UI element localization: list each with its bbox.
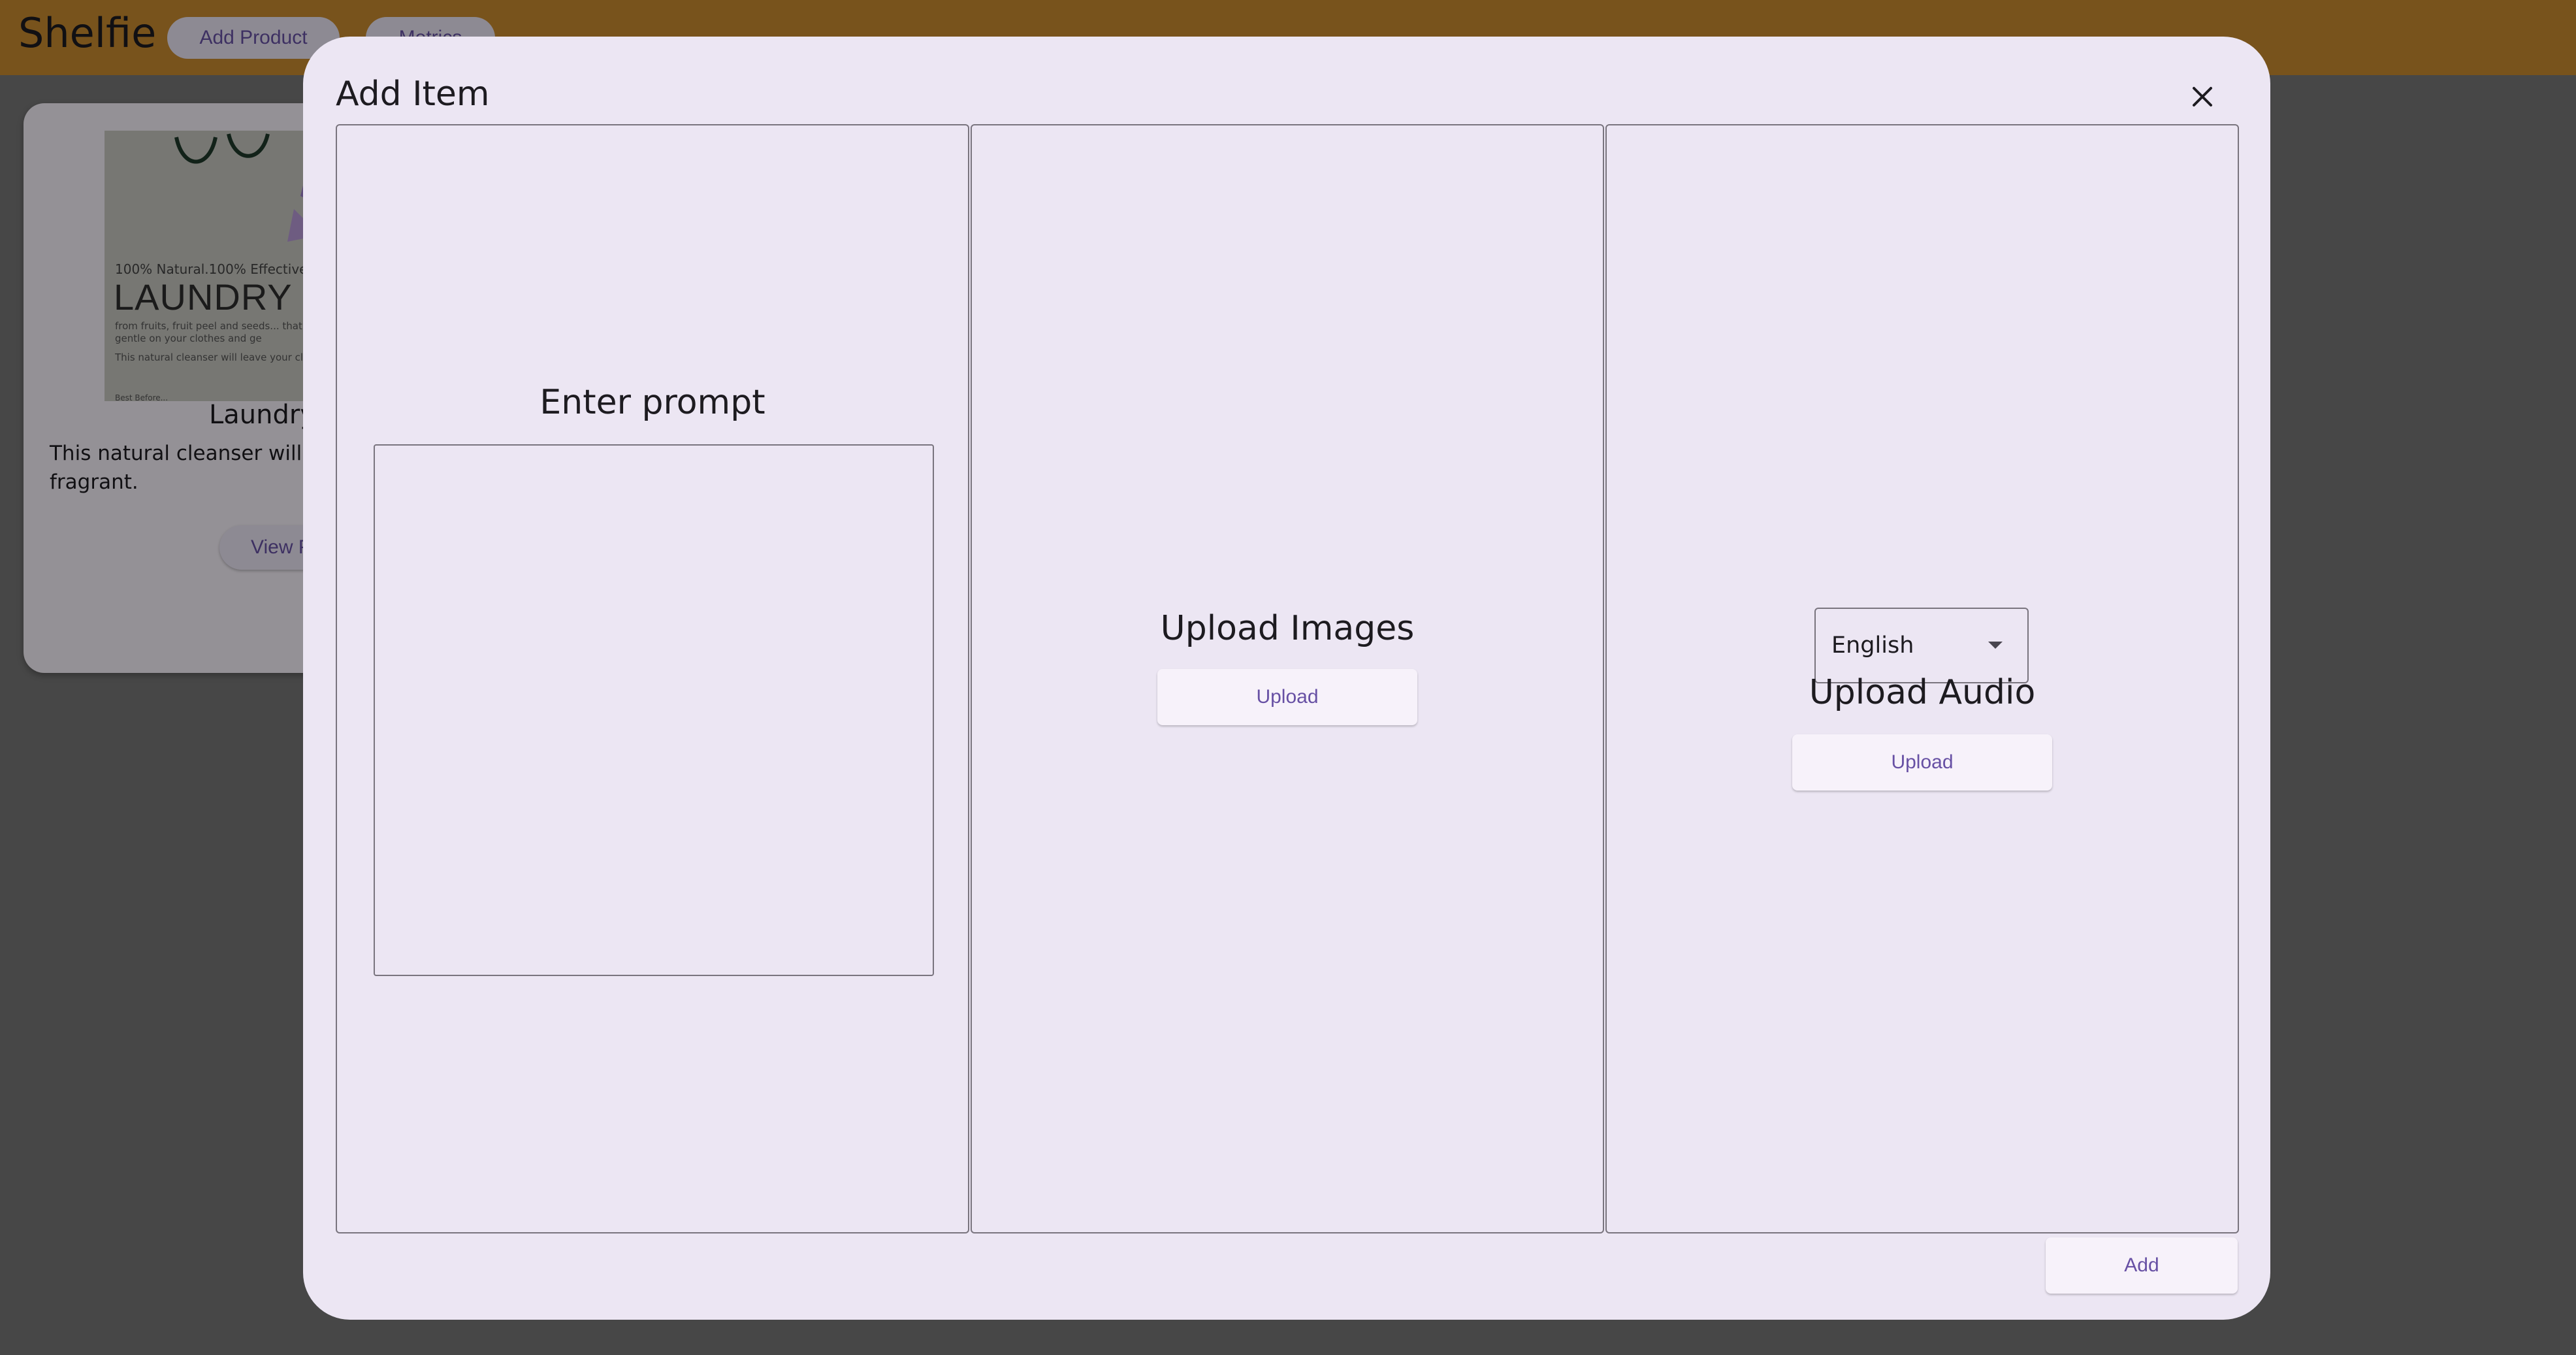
upload-audio-heading: Upload Audio (1809, 673, 2036, 712)
add-item-dialog: Add Item Enter prompt Upload Images Uplo… (303, 37, 2270, 1320)
upload-images-button[interactable]: Upload (1157, 669, 1417, 725)
close-icon (2193, 87, 2212, 106)
language-value: English (1831, 632, 1914, 659)
prompt-panel: Enter prompt (336, 124, 969, 1233)
dialog-title: Add Item (336, 74, 490, 114)
upload-images-heading: Upload Images (1160, 609, 1415, 648)
language-select[interactable]: English (1814, 608, 2029, 683)
dropdown-arrow-icon (1988, 642, 2003, 649)
prompt-input[interactable] (374, 444, 934, 976)
prompt-heading: Enter prompt (539, 383, 765, 422)
images-panel: Upload Images Upload (971, 124, 1604, 1233)
add-button[interactable]: Add (2046, 1237, 2238, 1294)
upload-audio-button[interactable]: Upload (1792, 734, 2052, 791)
audio-panel: English Upload Audio Upload (1605, 124, 2239, 1233)
close-button[interactable] (2183, 77, 2222, 116)
